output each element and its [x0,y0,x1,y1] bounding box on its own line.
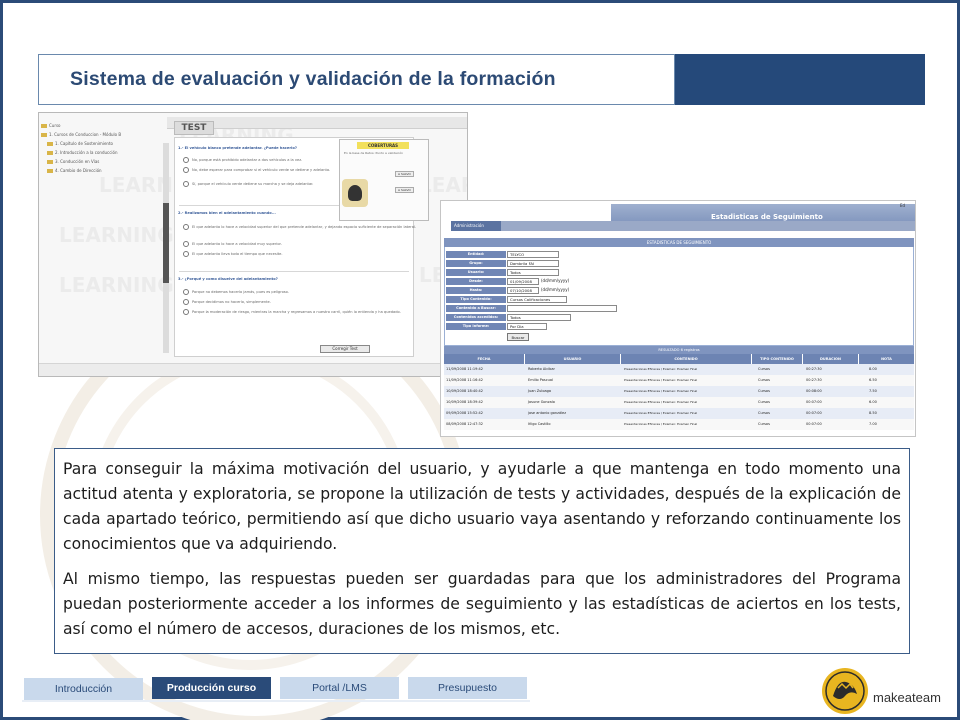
content-type-select[interactable]: Cursos Calificaciones [507,296,567,303]
table-row[interactable]: 10/09/2008 18:39:42 Josune Gonzalo Prese… [444,397,914,408]
logo-wordmark: makeateam [873,690,941,705]
tree-item[interactable]: 4. Cambio de Dirección [41,166,161,175]
tree-item[interactable]: 3. Conducción en Vías [41,157,161,166]
question-1: 1.- El vehículo blanco pretende adelanta… [178,146,297,150]
field-label: Usuario: [446,269,506,276]
content-search-input[interactable] [507,305,617,312]
makeateam-logo-icon [822,668,868,714]
answer-option[interactable]: No, porque está prohibido adelantar a do… [183,157,302,163]
question-2: 2.- Realizamos bien el adelantamiento cu… [178,211,276,215]
tree-item[interactable]: 1. Cursos de Conduccion - Módulo B [41,130,161,139]
results-title: RESULTADO 6 registros [444,346,914,354]
question-3: 3.- ¿Porqué y como disuelve del adelanta… [178,277,278,281]
folder-icon [47,169,53,173]
folder-icon [47,160,53,164]
figure-icon [348,185,362,201]
column-header[interactable]: DURACION [803,354,858,364]
page-title: Sistema de evaluación y validación de la… [70,68,556,90]
scrollbar-thumb[interactable] [163,203,169,283]
divider [179,271,409,272]
answer-option[interactable]: El que adelanta lleva todo el tiempo que… [183,251,282,257]
date-format-hint: (dd/mm/yyyy) [541,287,570,292]
tab-administracion[interactable]: Administración [451,221,501,231]
edit-link[interactable]: Ed [900,203,905,208]
stats-title: Estadisticas de Seguimiento [711,213,823,221]
title-accent-bar [675,54,925,105]
coberturas-subtitle: En la base de Retos: Punto a validación [344,151,404,155]
answer-option[interactable]: Porque no debemos hacerlo jamás, pues es… [183,289,289,295]
tab-bar [451,221,915,231]
answer-option[interactable]: Porque la moderación de riesgo, mientras… [183,309,401,315]
tab-presupuesto[interactable]: Presupuesto [408,677,527,699]
field-label: Grupo: [446,260,506,267]
answer-option[interactable]: El que adelanta lo hace a velocidad supe… [183,224,416,230]
field-label: Tipo Contenido: [446,296,506,303]
field-label: Desde: [446,278,506,285]
group-select[interactable]: Dambrila FAI [507,260,559,267]
table-row[interactable]: 09/09/2008 15:52:42 jose antonio gonzále… [444,408,914,419]
course-tree: Curso 1. Cursos de Conduccion - Módulo B… [41,121,161,175]
field-label: Entidad: [446,251,506,258]
tab-test[interactable]: TEST [174,121,214,135]
column-header[interactable]: FECHA [444,354,524,364]
date-to-input[interactable]: 07/10/2008 [507,287,539,294]
search-button[interactable]: Buscar [507,333,529,341]
table-row[interactable]: 11/09/2008 11:16:42 Emilio Pascual Prese… [444,375,914,386]
form-title: ESTADISTICAS DE SEGUIMIENTO [444,238,914,247]
coberturas-title: COBERTURAS [357,142,409,149]
watermark: LEARNING [59,223,174,247]
field-label: Contenido a Buscar: [446,305,506,312]
field-label: Contenidos accedidos: [446,314,506,321]
correct-test-button[interactable]: Corregir Test [320,345,370,353]
entity-select[interactable]: TELYCO [507,251,559,258]
column-header[interactable]: TIPO CONTENIDO [752,354,802,364]
field-label: Hasta: [446,287,506,294]
tab-introduccion[interactable]: Introducción [24,678,143,700]
paragraph: Al mismo tiempo, las respuestas pueden s… [63,570,901,638]
column-header[interactable]: USUARIO [525,354,620,364]
footer-divider [22,700,530,702]
tab-portal-lms[interactable]: Portal /LMS [280,677,399,699]
option-button[interactable]: A SALVO [395,187,414,193]
tree-item[interactable]: 2. Introducción a la conducción [41,148,161,157]
accessed-content-select[interactable]: Todos [507,314,571,321]
description-box: Para conseguir la máxima motivación del … [54,448,910,654]
answer-option[interactable]: El que adelanta lo hace a velocidad muy … [183,241,282,247]
folder-icon [47,142,53,146]
tab-produccion-curso[interactable]: Producción curso [152,677,271,699]
statistics-screenshot: Estadisticas de Seguimiento Ed Administr… [440,200,916,437]
answer-option[interactable]: No, debe esperar para comprobar si el ve… [183,167,330,173]
test-screenshot: LEARNING LEARNING LEARNING LEARNING LEAR… [38,112,468,377]
field-label: Tipo Informe: [446,323,506,330]
report-type-select[interactable]: Por Dia [507,323,547,330]
answer-option[interactable]: Porque decidimos no hacerlo, simplemente… [183,299,271,305]
status-bar [39,363,467,376]
table-row[interactable]: 08/09/2008 12:47:32 Iñigo Castillo Prese… [444,419,914,430]
folder-icon [41,133,47,137]
answer-option[interactable]: Sí, porque el vehículo verde detiene su … [183,181,313,187]
column-header[interactable]: CONTENIDO [621,354,751,364]
paragraph: Para conseguir la máxima motivación del … [63,460,901,553]
user-select[interactable]: Todos [507,269,559,276]
table-row[interactable]: 11/09/2008 11:19:42 Roberto Alcibar Pres… [444,364,914,375]
tree-item[interactable]: Curso [41,121,161,130]
date-format-hint: (dd/mm/yyyy) [541,278,570,283]
option-button[interactable]: A SALVO [395,171,414,177]
folder-icon [41,124,47,128]
tree-item[interactable]: 1. Capítulo de Sostenimiento [41,139,161,148]
folder-icon [47,151,53,155]
column-header[interactable]: NOTA [859,354,914,364]
table-row[interactable]: 10/09/2008 18:40:42 Juan Zuloaga Present… [444,386,914,397]
watermark: LEARNING [59,273,174,297]
date-from-input[interactable]: 01/09/2008 [507,278,539,285]
